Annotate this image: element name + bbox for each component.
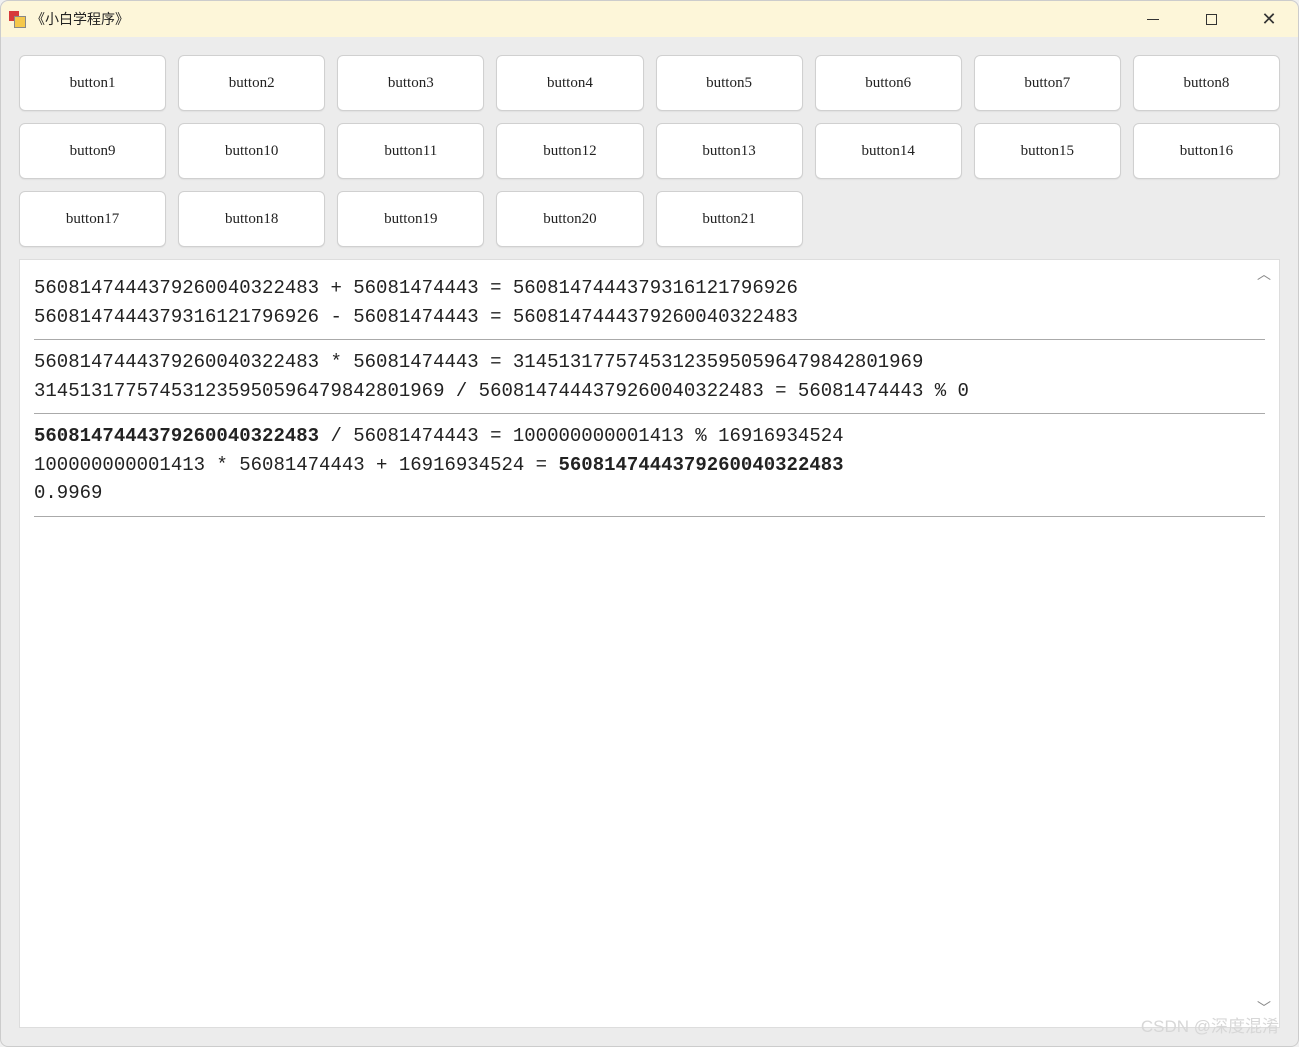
output-divider xyxy=(34,339,1265,340)
button-4[interactable]: button4 xyxy=(496,55,643,111)
button-11[interactable]: button11 xyxy=(337,123,484,179)
window-controls: ✕ xyxy=(1124,1,1298,37)
button-grid: button1 button2 button3 button4 button5 … xyxy=(19,55,1280,247)
output-line: 5608147444379316121796926 - 56081474443 … xyxy=(34,303,1265,332)
button-6[interactable]: button6 xyxy=(815,55,962,111)
button-18[interactable]: button18 xyxy=(178,191,325,247)
window-title: 《小白学程序》 xyxy=(31,9,129,29)
button-8[interactable]: button8 xyxy=(1133,55,1280,111)
title-left: 《小白学程序》 xyxy=(9,9,129,29)
output-bold: 5608147444379260040322483 xyxy=(559,454,844,476)
minimize-icon xyxy=(1147,19,1159,20)
button-5[interactable]: button5 xyxy=(656,55,803,111)
output-panel[interactable]: ︿ 5608147444379260040322483 + 5608147444… xyxy=(19,259,1280,1028)
output-bold: 5608147444379260040322483 xyxy=(34,425,319,447)
button-14[interactable]: button14 xyxy=(815,123,962,179)
minimize-button[interactable] xyxy=(1124,1,1182,37)
app-window: 《小白学程序》 ✕ button1 button2 button3 button… xyxy=(0,0,1299,1047)
scroll-down-icon[interactable]: ﹀ xyxy=(1257,1000,1273,1021)
button-7[interactable]: button7 xyxy=(974,55,1121,111)
button-17[interactable]: button17 xyxy=(19,191,166,247)
button-20[interactable]: button20 xyxy=(496,191,643,247)
button-16[interactable]: button16 xyxy=(1133,123,1280,179)
output-line: 0.9969 xyxy=(34,479,1265,508)
output-line: 100000000001413 * 56081474443 + 16916934… xyxy=(34,451,1265,480)
output-divider xyxy=(34,516,1265,517)
maximize-icon xyxy=(1206,14,1217,25)
button-21[interactable]: button21 xyxy=(656,191,803,247)
output-line: 5608147444379260040322483 * 56081474443 … xyxy=(34,348,1265,377)
output-line: 5608147444379260040322483 / 56081474443 … xyxy=(34,422,1265,451)
button-9[interactable]: button9 xyxy=(19,123,166,179)
output-line: 5608147444379260040322483 + 56081474443 … xyxy=(34,274,1265,303)
output-divider xyxy=(34,413,1265,414)
app-icon xyxy=(9,11,25,27)
output-line: 314513177574531235950596479842801969 / 5… xyxy=(34,377,1265,406)
scroll-up-icon[interactable]: ︿ xyxy=(1257,266,1273,287)
maximize-button[interactable] xyxy=(1182,1,1240,37)
output-text: 100000000001413 * 56081474443 + 16916934… xyxy=(34,454,559,476)
close-icon: ✕ xyxy=(1261,10,1276,28)
button-1[interactable]: button1 xyxy=(19,55,166,111)
button-13[interactable]: button13 xyxy=(656,123,803,179)
button-2[interactable]: button2 xyxy=(178,55,325,111)
button-3[interactable]: button3 xyxy=(337,55,484,111)
output-text: / 56081474443 = 100000000001413 % 169169… xyxy=(319,425,844,447)
button-19[interactable]: button19 xyxy=(337,191,484,247)
button-15[interactable]: button15 xyxy=(974,123,1121,179)
content-area: button1 button2 button3 button4 button5 … xyxy=(1,37,1298,1046)
button-10[interactable]: button10 xyxy=(178,123,325,179)
button-12[interactable]: button12 xyxy=(496,123,643,179)
close-button[interactable]: ✕ xyxy=(1240,1,1298,37)
title-bar: 《小白学程序》 ✕ xyxy=(1,1,1298,37)
